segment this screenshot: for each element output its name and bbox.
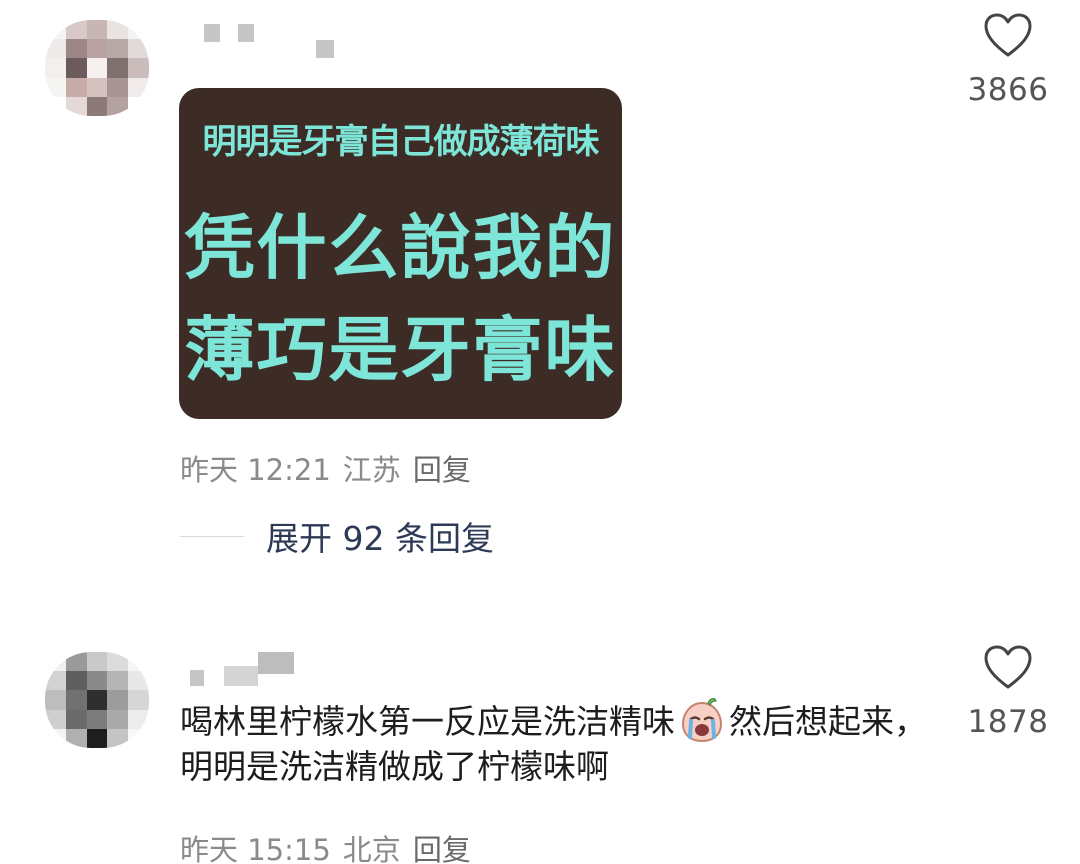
like-count: 1878 [967, 704, 1049, 740]
heart-outline-icon [984, 645, 1032, 689]
reply-button[interactable]: 回复 [413, 453, 471, 487]
avatar[interactable] [45, 652, 149, 748]
comment-time: 昨天 15:15 [180, 833, 331, 864]
sticker-caption-main-2: 薄巧是牙膏味 [184, 308, 617, 391]
expand-replies-button[interactable]: 展开 92 条回复 [180, 516, 494, 558]
comment-location: 北京 [342, 833, 401, 864]
divider [180, 535, 244, 537]
comment-text: 喝林里柠檬水第一反应是洗洁精味 然后想起来，明明是洗洁精做成了柠檬味啊 [180, 697, 940, 789]
sticker-caption-top: 明明是牙膏自己做成薄荷味 [202, 122, 600, 162]
username[interactable] [186, 20, 346, 60]
meme-sticker-image[interactable]: 明明是牙膏自己做成薄荷味 凭什么說我的 薄巧是牙膏味 [179, 88, 622, 419]
comment-item: 3866 明明是牙膏自己做成薄荷味 凭什么說我的 薄巧是牙膏味 昨天 12:21… [0, 0, 1080, 610]
comment-text-part-1: 喝林里柠檬水第一反应是洗洁精味 [180, 702, 675, 741]
avatar[interactable] [45, 20, 149, 116]
like-button[interactable]: 3866 [958, 12, 1058, 108]
like-button[interactable]: 1878 [958, 644, 1058, 740]
comment-time: 昨天 12:21 [180, 453, 331, 487]
heart-outline-icon [984, 13, 1032, 57]
comment-location: 江苏 [342, 453, 401, 487]
comment-meta: 昨天 12:21 江苏 回复 [180, 447, 483, 489]
sticker-caption-main-1: 凭什么說我的 [184, 206, 617, 289]
reply-button[interactable]: 回复 [413, 833, 471, 864]
crying-face-emoji-icon [681, 697, 723, 742]
comment-item: 1878 喝林里柠檬水第一反应是洗洁精味 然后想起来，明明是洗洁精做成了柠檬味啊… [0, 630, 1080, 864]
comment-meta: 昨天 15:15 北京 回复 [180, 827, 483, 864]
like-count: 3866 [967, 72, 1049, 108]
username[interactable] [186, 648, 316, 688]
expand-replies-label: 展开 92 条回复 [266, 519, 494, 558]
